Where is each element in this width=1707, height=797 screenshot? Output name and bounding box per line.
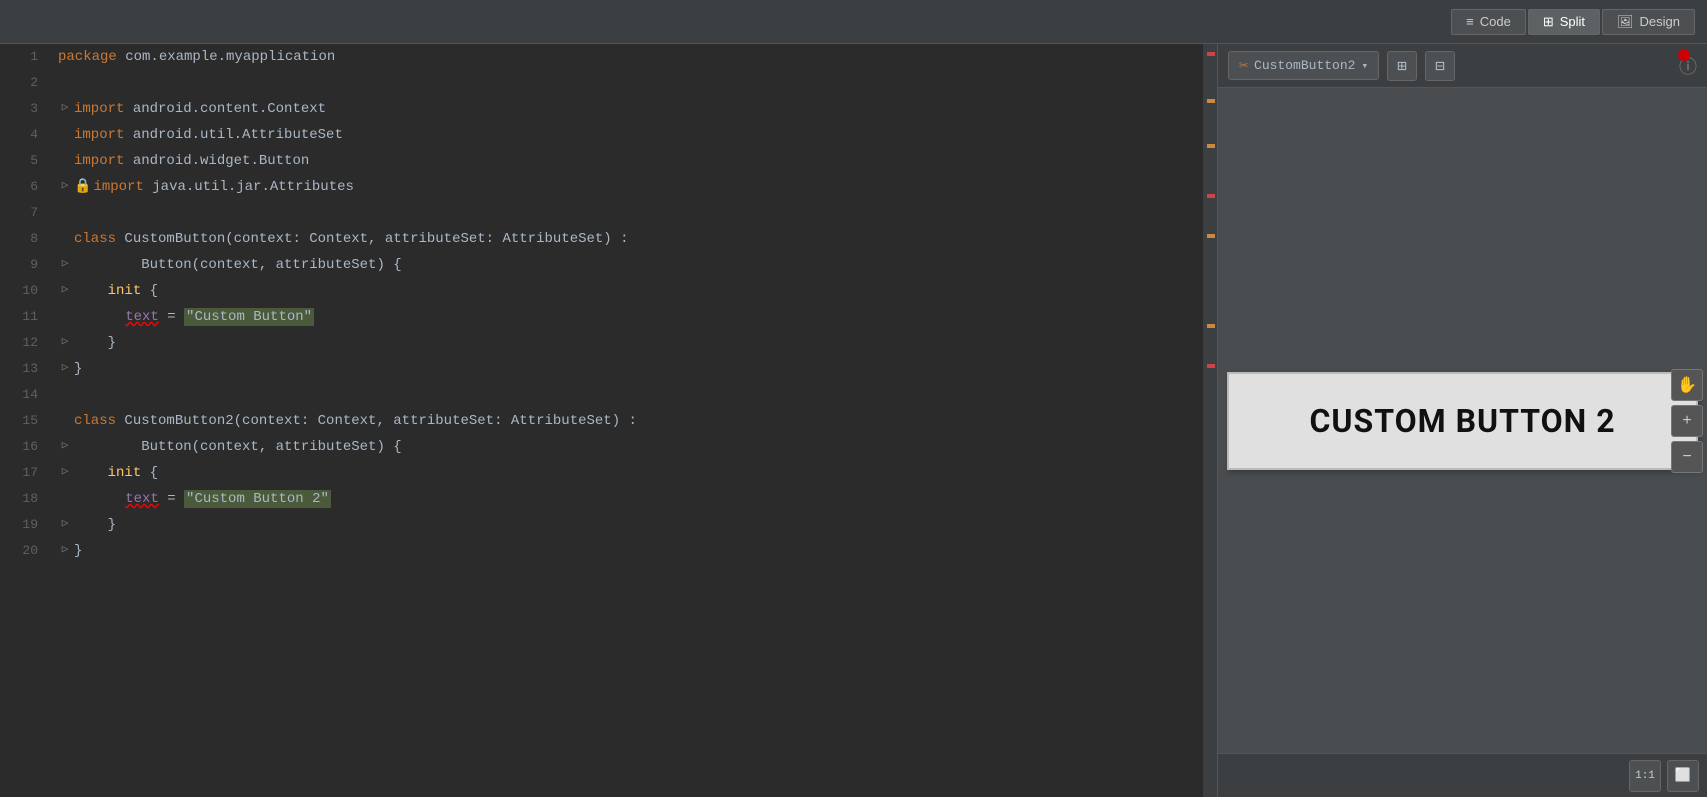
ratio-icon: 1:1 xyxy=(1635,770,1655,782)
minus-grid-icon: ⊟ xyxy=(1435,56,1445,76)
zoom-in-button[interactable]: + xyxy=(1671,405,1703,437)
preview-side-tools: ✋ + − xyxy=(1667,363,1707,479)
code-line: 18 text = "Custom Button 2" xyxy=(0,486,1203,512)
error-dot-icon xyxy=(1678,49,1690,61)
design-label: Design xyxy=(1640,14,1680,29)
preview-button: CUSTOM BUTTON 2 xyxy=(1227,372,1697,470)
code-view-button[interactable]: ≡ Code xyxy=(1451,9,1526,35)
error-indicator xyxy=(1678,48,1690,66)
main-area: 1 package com.example.myapplication 2 3 … xyxy=(0,44,1707,797)
hand-icon: ✋ xyxy=(1677,375,1697,395)
design-view-button[interactable]: 🖼 Design xyxy=(1602,9,1695,35)
aspect-ratio-button[interactable]: 1:1 xyxy=(1629,760,1661,792)
view-mode-buttons: ≡ Code ⊞ Split 🖼 Design xyxy=(1451,9,1695,35)
split-label: Split xyxy=(1560,14,1585,29)
frame-icon: ⬜ xyxy=(1675,768,1691,783)
code-line: 8 class CustomButton(context: Context, a… xyxy=(0,226,1203,252)
code-line: 11 text = "Custom Button" xyxy=(0,304,1203,330)
split-icon: ⊞ xyxy=(1543,14,1554,30)
right-panel: ✂ CustomButton2 ▾ ⊞ ⊟ ⓘ CustomButton Cus… xyxy=(1217,44,1707,797)
frame-button[interactable]: ⬜ xyxy=(1667,760,1699,792)
code-line: 6 ▷🔒import java.util.jar.Attributes xyxy=(0,174,1203,200)
code-line: 20 ▷} xyxy=(0,538,1203,564)
code-line: 12 ▷ } xyxy=(0,330,1203,356)
code-line: 1 package com.example.myapplication xyxy=(0,44,1203,70)
component-selector[interactable]: ✂ CustomButton2 ▾ xyxy=(1228,51,1379,80)
plus-grid-icon: ⊞ xyxy=(1397,56,1407,76)
warning-marker xyxy=(1207,234,1215,238)
error-marker xyxy=(1207,52,1215,56)
code-line: 2 xyxy=(0,70,1203,96)
zoom-out-icon: − xyxy=(1682,448,1692,466)
remove-component-button[interactable]: ⊟ xyxy=(1425,51,1455,81)
code-editor[interactable]: 1 package com.example.myapplication 2 3 … xyxy=(0,44,1203,797)
zoom-out-button[interactable]: − xyxy=(1671,441,1703,473)
code-line: 4 import android.util.AttributeSet xyxy=(0,122,1203,148)
code-line: 15 class CustomButton2(context: Context,… xyxy=(0,408,1203,434)
preview-area: CUSTOM BUTTON 2 ✋ + − xyxy=(1218,88,1707,753)
add-component-button[interactable]: ⊞ xyxy=(1387,51,1417,81)
design-icon: 🖼 xyxy=(1617,14,1634,30)
hand-tool-button[interactable]: ✋ xyxy=(1671,369,1703,401)
code-line: 10 ▷ init { xyxy=(0,278,1203,304)
code-icon: ≡ xyxy=(1466,14,1474,29)
right-panel-header: ✂ CustomButton2 ▾ ⊞ ⊟ ⓘ xyxy=(1218,44,1707,88)
code-line: 17 ▷ init { xyxy=(0,460,1203,486)
error-marker xyxy=(1207,364,1215,368)
code-line: 5 import android.widget.Button xyxy=(0,148,1203,174)
code-line: 14 xyxy=(0,382,1203,408)
code-line: 3 ▷import android.content.Context xyxy=(0,96,1203,122)
code-line: 19 ▷ } xyxy=(0,512,1203,538)
code-line: 16 ▷ Button(context, attributeSet) { xyxy=(0,434,1203,460)
split-view-button[interactable]: ⊞ Split xyxy=(1528,9,1600,35)
scissors-icon: ✂ xyxy=(1239,56,1248,75)
code-line: 13 ▷} xyxy=(0,356,1203,382)
warning-marker xyxy=(1207,144,1215,148)
zoom-in-icon: + xyxy=(1682,412,1692,430)
code-line: 9 ▷ Button(context, attributeSet) { xyxy=(0,252,1203,278)
dropdown-arrow-icon: ▾ xyxy=(1361,59,1368,73)
preview-bottom-toolbar: 1:1 ⬜ xyxy=(1218,753,1707,797)
code-label: Code xyxy=(1480,14,1511,29)
warning-marker xyxy=(1207,99,1215,103)
code-line: 7 xyxy=(0,200,1203,226)
warning-marker xyxy=(1207,324,1215,328)
top-toolbar: ≡ Code ⊞ Split 🖼 Design xyxy=(0,0,1707,44)
scrollbar-track[interactable] xyxy=(1203,44,1217,797)
component-name: CustomButton2 xyxy=(1254,58,1355,73)
code-panel: 1 package com.example.myapplication 2 3 … xyxy=(0,44,1217,797)
error-marker xyxy=(1207,194,1215,198)
